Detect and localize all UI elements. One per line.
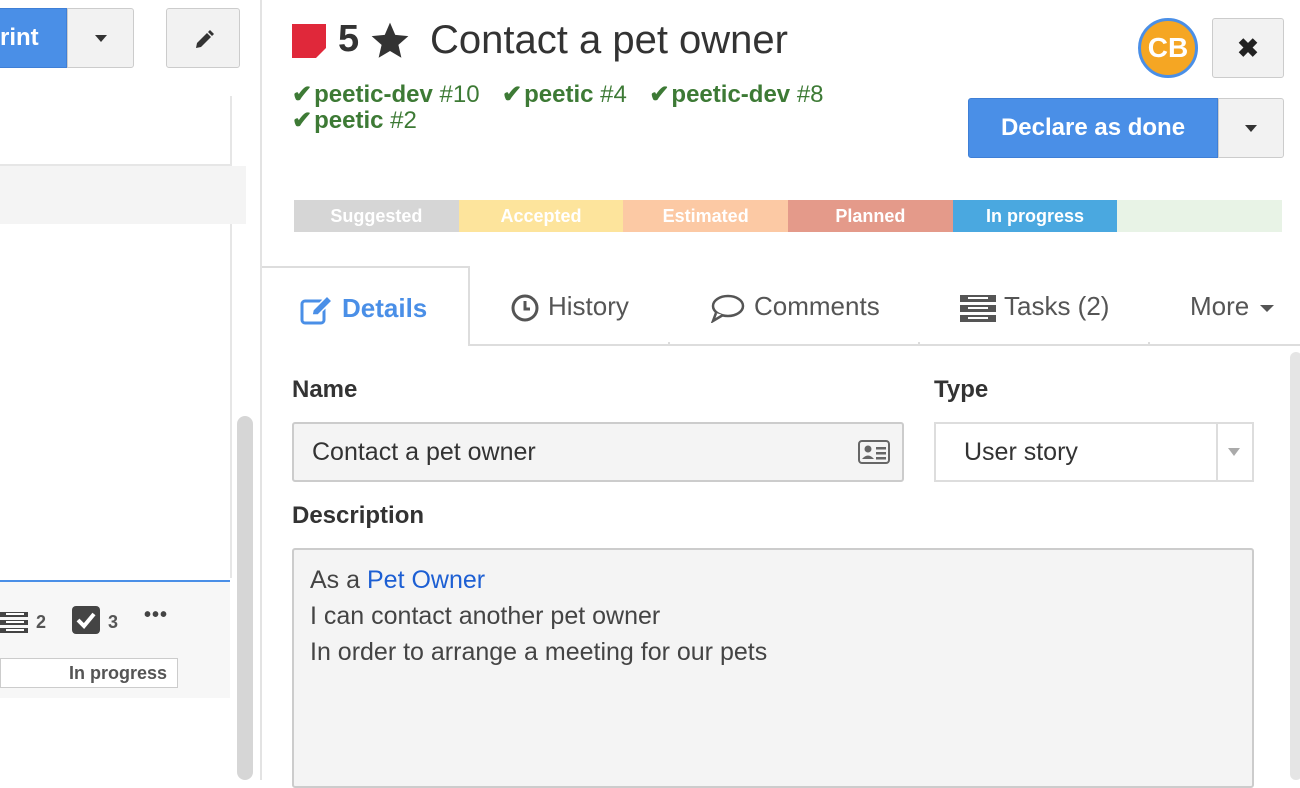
description-line: In order to arrange a meeting for our pe… <box>310 638 768 666</box>
dependencies-list: ✔peetic-dev #10 ✔peetic #4 ✔peetic-dev #… <box>292 82 932 134</box>
caret-down-icon <box>1260 304 1275 312</box>
caret-down-icon <box>94 35 107 42</box>
state-suggested[interactable]: Suggested <box>294 200 459 232</box>
check-icon: ✔ <box>502 81 523 108</box>
story-state-bar: Suggested Accepted Estimated Planned In … <box>294 200 1283 232</box>
dependency-link[interactable]: ✔peetic #2 <box>292 108 417 134</box>
tab-comments[interactable]: Comments <box>710 266 880 346</box>
chevron-down-icon <box>1228 448 1240 456</box>
story-card[interactable] <box>0 96 232 166</box>
story-title: Contact a pet owner <box>430 18 788 62</box>
sprint-dropdown-button[interactable] <box>67 8 134 68</box>
list-section-band <box>0 166 246 224</box>
tasks-icon <box>0 612 28 633</box>
sprint-button[interactable]: rint <box>0 8 67 68</box>
more-icon[interactable]: ••• <box>144 604 168 627</box>
tab-separator <box>918 342 920 346</box>
close-button[interactable]: ✖ <box>1212 18 1284 78</box>
tab-history[interactable]: History <box>510 266 629 346</box>
status-badge: In progress <box>0 658 178 688</box>
tasks-count: 2 <box>36 612 47 632</box>
description-textarea[interactable]: As a Pet Owner I can contact another pet… <box>292 548 1254 788</box>
state-accepted[interactable]: Accepted <box>458 200 624 232</box>
dependency-link[interactable]: ✔peetic #4 <box>502 82 627 108</box>
clock-icon <box>511 294 539 322</box>
check-icon: ✔ <box>292 81 313 108</box>
sprint-panel: rint 2 3 ••• In progress <box>0 0 262 780</box>
edit-icon <box>300 295 334 325</box>
description-line: I can contact another pet owner <box>310 602 661 630</box>
select-split <box>1216 424 1218 480</box>
declare-done-dropdown-button[interactable] <box>1218 98 1284 158</box>
dependency-link[interactable]: ✔peetic-dev #8 <box>649 82 823 108</box>
name-label: Name <box>292 376 358 403</box>
caret-down-icon <box>1245 125 1257 132</box>
avatar[interactable]: CB <box>1138 18 1198 78</box>
check-icon: ✔ <box>292 107 313 134</box>
edit-sprint-button[interactable] <box>166 8 240 68</box>
tasks-icon <box>960 295 996 323</box>
list-body <box>0 224 232 578</box>
tab-separator <box>1148 342 1150 346</box>
state-estimated[interactable]: Estimated <box>623 200 789 232</box>
state-in-progress[interactable]: In progress <box>952 200 1118 232</box>
sprint-button-label: rint <box>0 24 39 51</box>
state-done[interactable] <box>1117 200 1283 232</box>
acceptance-tests-count: 3 <box>108 612 119 632</box>
dependency-link[interactable]: ✔peetic-dev #10 <box>292 82 480 108</box>
type-select-value: User story <box>964 438 1078 466</box>
type-select[interactable]: User story <box>934 422 1254 482</box>
story-points: 5 <box>338 18 360 60</box>
star-icon[interactable] <box>368 20 412 62</box>
story-tabs: Details History Comments Tasks (2) More <box>262 266 1300 346</box>
details-scrollbar[interactable] <box>1290 352 1300 780</box>
tab-separator <box>668 342 670 346</box>
description-line: As a Pet Owner <box>310 566 486 594</box>
story-details-panel: 5 Contact a pet owner CB ✖ ✔peetic-dev #… <box>262 0 1300 788</box>
persona-link[interactable]: Pet Owner <box>367 566 485 594</box>
description-label: Description <box>292 502 425 529</box>
tab-more[interactable]: More <box>1190 266 1275 346</box>
state-planned[interactable]: Planned <box>788 200 953 232</box>
checkbox-icon <box>72 606 100 634</box>
declare-done-button[interactable]: Declare as done <box>968 98 1218 158</box>
story-card-selected[interactable]: 2 3 ••• In progress <box>0 580 230 698</box>
pencil-icon <box>196 30 214 48</box>
comment-icon <box>710 294 745 325</box>
name-input[interactable]: Contact a pet owner <box>292 422 904 482</box>
id-card-icon <box>858 440 890 464</box>
left-scrollbar[interactable] <box>237 416 253 780</box>
tab-tasks[interactable]: Tasks (2) <box>960 266 1109 346</box>
check-icon: ✔ <box>649 81 670 108</box>
type-label: Type <box>934 376 989 403</box>
story-type-flag-icon <box>292 24 326 58</box>
tab-details[interactable]: Details <box>262 266 470 346</box>
